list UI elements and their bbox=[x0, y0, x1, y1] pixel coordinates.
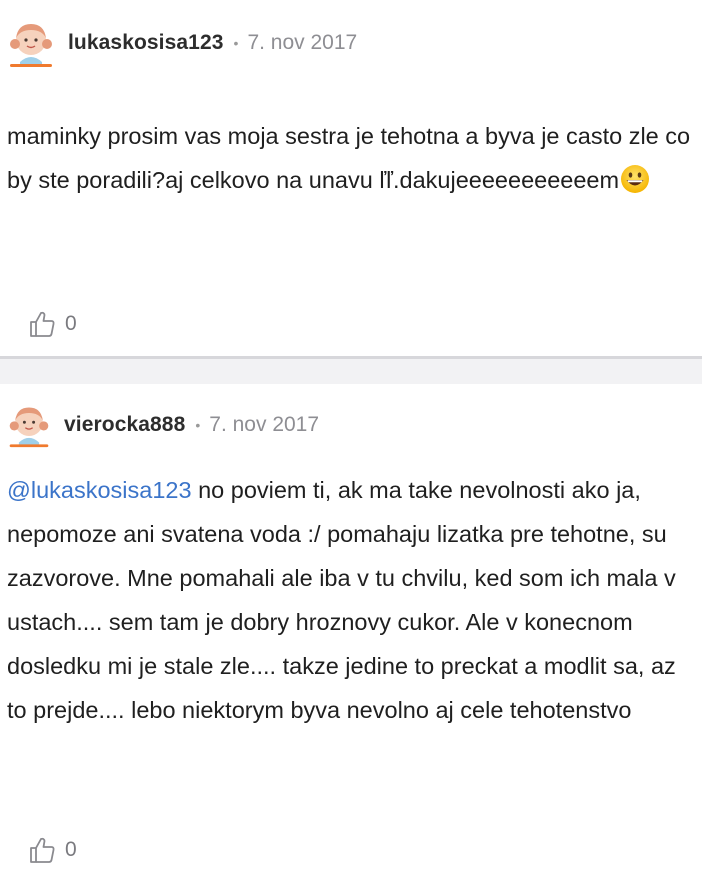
post-date: 7. nov 2017 bbox=[209, 413, 320, 436]
like-button[interactable]: 0 bbox=[28, 310, 77, 338]
username[interactable]: vierocka888 bbox=[64, 413, 185, 437]
post-text: no poviem ti, ak ma take nevolnosti ako … bbox=[7, 477, 676, 723]
like-count: 0 bbox=[65, 838, 77, 861]
post-body: @lukaskosisa123 no poviem ti, ak ma take… bbox=[7, 468, 692, 732]
thumbs-up-icon bbox=[28, 310, 56, 338]
avatar[interactable] bbox=[6, 18, 56, 68]
girl-avatar-icon bbox=[6, 18, 56, 68]
post-date: 7. nov 2017 bbox=[247, 31, 358, 54]
post-body: maminky prosim vas moja sestra je tehotn… bbox=[7, 114, 692, 202]
post-text: maminky prosim vas moja sestra je tehotn… bbox=[7, 123, 691, 193]
meta-separator-dot: • bbox=[233, 35, 239, 51]
avatar[interactable] bbox=[6, 402, 52, 448]
meta-separator-dot: • bbox=[195, 417, 201, 433]
comment-post: vierocka888 • 7. nov 2017 @lukaskosisa12… bbox=[0, 384, 702, 873]
girl-avatar-icon bbox=[6, 402, 52, 448]
post-header: vierocka888 • 7. nov 2017 bbox=[6, 402, 319, 448]
like-count: 0 bbox=[65, 312, 77, 335]
grinning-face-emoji bbox=[620, 164, 650, 194]
like-button[interactable]: 0 bbox=[28, 836, 77, 864]
post-divider bbox=[0, 356, 702, 384]
post-header: lukaskosisa123 • 7. nov 2017 bbox=[6, 18, 357, 68]
thumbs-up-icon bbox=[28, 836, 56, 864]
user-mention-link[interactable]: @lukaskosisa123 bbox=[7, 477, 192, 503]
grinning-face-icon bbox=[621, 165, 650, 193]
comment-post: lukaskosisa123 • 7. nov 2017 maminky pro… bbox=[0, 0, 702, 356]
username[interactable]: lukaskosisa123 bbox=[68, 31, 224, 55]
